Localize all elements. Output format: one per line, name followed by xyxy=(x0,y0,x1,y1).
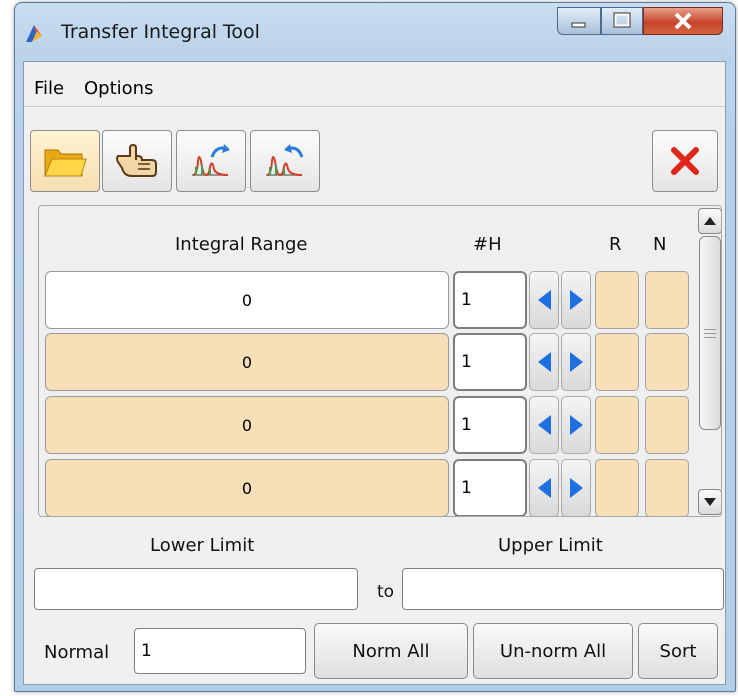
scroll-down-arrow-icon xyxy=(704,498,716,506)
integral-table: Integral Range #H R N 0 1 0 1 0 1 0 1 xyxy=(38,205,722,517)
arrow-left-icon xyxy=(537,290,551,310)
red-x-icon xyxy=(671,147,699,175)
vertical-scrollbar[interactable] xyxy=(697,206,721,516)
close-window-button[interactable] xyxy=(643,7,723,35)
export-spectrum-icon xyxy=(192,144,230,177)
minimize-icon xyxy=(571,22,586,28)
header-n: N xyxy=(653,234,667,255)
upper-limit-label: Upper Limit xyxy=(498,535,603,556)
normal-input[interactable]: 1 xyxy=(134,628,306,674)
menu-options[interactable]: Options xyxy=(84,78,153,99)
increment-button[interactable] xyxy=(561,459,591,516)
sort-button[interactable]: Sort xyxy=(638,623,718,679)
arrow-right-icon xyxy=(569,290,583,310)
h-count-input[interactable]: 1 xyxy=(453,333,527,391)
increment-button[interactable] xyxy=(561,271,591,329)
h-count-input[interactable]: 1 xyxy=(453,271,527,329)
integral-range-field[interactable]: 0 xyxy=(45,396,449,454)
close-icon xyxy=(674,12,692,30)
menu-bar: File Options xyxy=(24,62,725,106)
n-checkbox[interactable] xyxy=(645,396,689,454)
r-checkbox[interactable] xyxy=(595,396,639,454)
decrement-button[interactable] xyxy=(529,396,559,454)
increment-button[interactable] xyxy=(561,333,591,391)
table-row: 0 1 xyxy=(45,333,697,391)
header-integral-range: Integral Range xyxy=(175,234,308,255)
header-h: #H xyxy=(473,234,502,255)
decrement-button[interactable] xyxy=(529,459,559,516)
lower-limit-input[interactable] xyxy=(34,568,358,610)
window-title: Transfer Integral Tool xyxy=(61,21,260,43)
to-label: to xyxy=(377,582,395,602)
maximize-button[interactable] xyxy=(601,7,643,35)
arrow-left-icon xyxy=(537,478,551,498)
close-tool-button[interactable] xyxy=(652,130,718,192)
norm-all-button[interactable]: Norm All xyxy=(314,623,468,679)
arrow-right-icon xyxy=(569,415,583,435)
n-checkbox[interactable] xyxy=(645,459,689,516)
import-spectrum-button[interactable] xyxy=(250,130,320,192)
scroll-up-arrow-icon xyxy=(704,217,716,225)
integral-range-field[interactable]: 0 xyxy=(45,333,449,391)
r-checkbox[interactable] xyxy=(595,459,639,516)
h-count-input[interactable]: 1 xyxy=(453,396,527,454)
normal-label: Normal xyxy=(44,642,110,663)
table-row: 0 1 xyxy=(45,459,697,516)
h-count-input[interactable]: 1 xyxy=(453,459,527,516)
pointing-hand-icon xyxy=(116,143,157,177)
import-spectrum-icon xyxy=(266,144,304,177)
open-folder-icon xyxy=(44,149,87,177)
maximize-icon xyxy=(613,12,631,28)
integral-range-field[interactable]: 0 xyxy=(45,459,449,516)
client-area: File Options Integral Range #H R N 0 1 0… xyxy=(23,61,726,685)
menu-divider xyxy=(24,106,725,107)
scroll-up-button[interactable] xyxy=(698,208,721,234)
increment-button[interactable] xyxy=(561,396,591,454)
thumb-grip xyxy=(704,329,716,330)
open-file-button[interactable] xyxy=(30,130,100,192)
arrow-left-icon xyxy=(537,415,551,435)
app-logo-icon xyxy=(26,25,42,42)
n-checkbox[interactable] xyxy=(645,271,689,329)
r-checkbox[interactable] xyxy=(595,333,639,391)
unnorm-all-button[interactable]: Un-norm All xyxy=(473,623,633,679)
title-bar[interactable]: Transfer Integral Tool xyxy=(15,3,735,61)
app-window: Transfer Integral Tool File Options Inte… xyxy=(14,2,736,692)
thumb-grip xyxy=(704,337,716,338)
minimize-button[interactable] xyxy=(557,7,601,35)
arrow-left-icon xyxy=(537,352,551,372)
lower-limit-label: Lower Limit xyxy=(150,535,255,556)
header-r: R xyxy=(609,234,622,255)
n-checkbox[interactable] xyxy=(645,333,689,391)
r-checkbox[interactable] xyxy=(595,271,639,329)
table-row: 0 1 xyxy=(45,271,697,329)
table-row: 0 1 xyxy=(45,396,697,454)
decrement-button[interactable] xyxy=(529,333,559,391)
integral-range-field[interactable]: 0 xyxy=(45,271,449,329)
select-peak-button[interactable] xyxy=(102,130,172,192)
menu-file[interactable]: File xyxy=(34,78,64,99)
export-spectrum-button[interactable] xyxy=(176,130,246,192)
scroll-thumb[interactable] xyxy=(699,236,721,430)
decrement-button[interactable] xyxy=(529,271,559,329)
arrow-right-icon xyxy=(569,478,583,498)
arrow-right-icon xyxy=(569,352,583,372)
thumb-grip xyxy=(704,333,716,334)
upper-limit-input[interactable] xyxy=(402,568,724,610)
scroll-down-button[interactable] xyxy=(698,489,721,515)
